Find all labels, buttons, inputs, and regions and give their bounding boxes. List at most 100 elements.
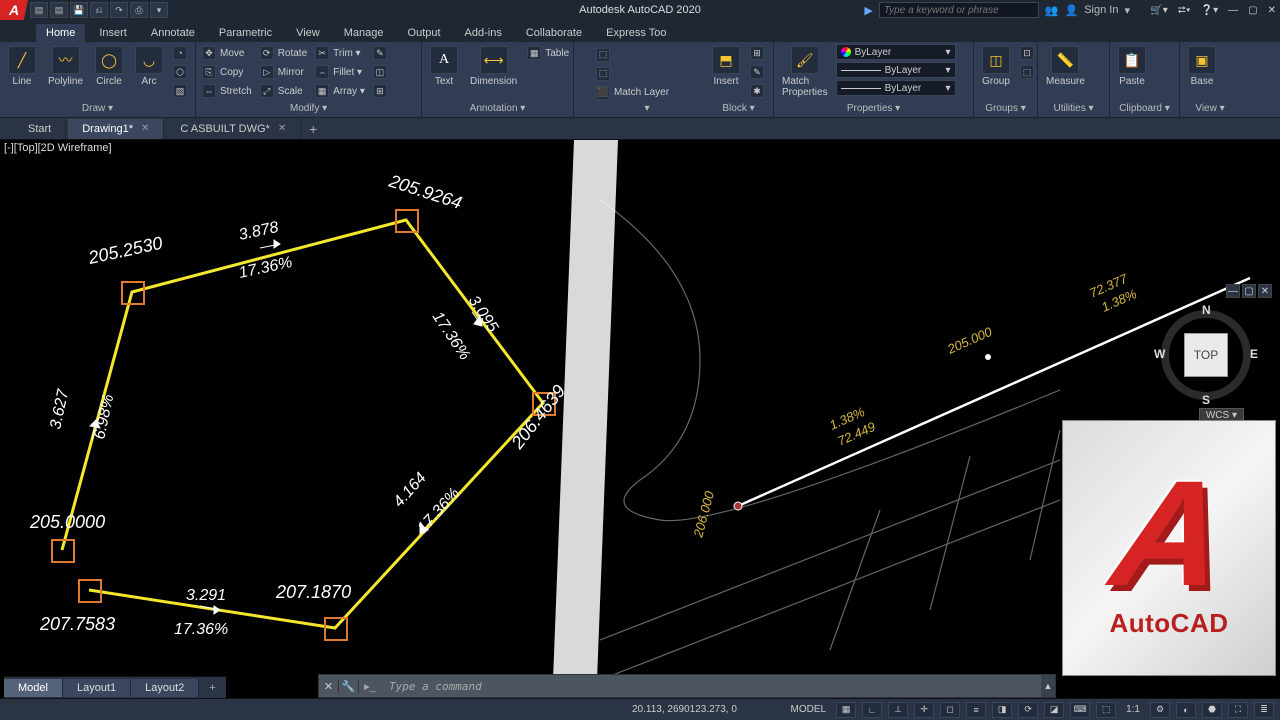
tab-manage[interactable]: Manage bbox=[334, 24, 394, 42]
group-misc[interactable]: ⬚ bbox=[1018, 63, 1036, 81]
command-settings-icon[interactable]: 🔧 bbox=[339, 680, 359, 693]
fillet-button[interactable]: ⌢Fillet ▾ bbox=[313, 63, 367, 81]
group-label[interactable]: Properties ▾ bbox=[778, 103, 969, 115]
polar-toggle-icon[interactable]: ✛ bbox=[914, 702, 934, 718]
rotate-button[interactable]: ⟳Rotate bbox=[258, 44, 309, 62]
match-layer-button[interactable]: ⬛Match Layer bbox=[594, 84, 671, 102]
modify-misc[interactable]: ✎ bbox=[371, 44, 389, 62]
tab-insert[interactable]: Insert bbox=[89, 24, 137, 42]
draw-misc[interactable]: ◔ bbox=[171, 44, 189, 62]
layer-misc[interactable]: ⬚ bbox=[594, 65, 671, 83]
viewcube[interactable]: TOP N S E W bbox=[1156, 305, 1256, 405]
polyline-button[interactable]: 〰Polyline bbox=[44, 44, 87, 89]
qat-btn[interactable]: ▤ bbox=[50, 2, 68, 18]
osnap-toggle-icon[interactable]: ◻ bbox=[940, 702, 960, 718]
hardware-icon[interactable]: ⬣ bbox=[1202, 702, 1222, 718]
share-icon[interactable]: ⮂▾ bbox=[1178, 5, 1191, 16]
tab-addins[interactable]: Add-ins bbox=[455, 24, 512, 42]
viewcube-e[interactable]: E bbox=[1250, 347, 1258, 361]
group-label[interactable]: Draw ▾ bbox=[4, 103, 191, 115]
trim-button[interactable]: ✂Trim ▾ bbox=[313, 44, 367, 62]
layout-tab-layout2[interactable]: Layout2 bbox=[131, 679, 199, 697]
command-history-icon[interactable]: ▲ bbox=[1041, 675, 1055, 697]
help-icon[interactable]: ❔▾ bbox=[1201, 5, 1218, 16]
match-properties-button[interactable]: 🖌Match Properties bbox=[778, 44, 832, 100]
block-misc[interactable]: ✱ bbox=[748, 82, 766, 100]
qat-print-btn[interactable]: ⎙ bbox=[130, 2, 148, 18]
maximize-button[interactable]: ▢ bbox=[1248, 5, 1257, 16]
group-label[interactable]: Modify ▾ bbox=[200, 103, 417, 115]
linetype-select[interactable]: ByLayer▾ bbox=[836, 80, 956, 96]
draw-misc[interactable]: ⬡ bbox=[171, 63, 189, 81]
viewcube-n[interactable]: N bbox=[1202, 303, 1211, 317]
draw-misc[interactable]: ▧ bbox=[171, 82, 189, 100]
color-select[interactable]: ByLayer▾ bbox=[836, 44, 956, 60]
annoscale[interactable]: 1:1 bbox=[1122, 704, 1144, 715]
command-line[interactable]: ✕ 🔧 ▸_ Type a command ▲ bbox=[318, 674, 1056, 698]
tab-collaborate[interactable]: Collaborate bbox=[516, 24, 592, 42]
command-close-icon[interactable]: ✕ bbox=[319, 680, 339, 693]
tab-home[interactable]: Home bbox=[36, 24, 85, 42]
group-label[interactable]: Block ▾ bbox=[708, 103, 769, 115]
ortho-toggle-icon[interactable]: ⊥ bbox=[888, 702, 908, 718]
minimize-button[interactable]: — bbox=[1228, 5, 1238, 16]
group-label[interactable]: View ▾ bbox=[1184, 103, 1236, 115]
qat-undo-btn[interactable]: ⎌ bbox=[90, 2, 108, 18]
table-button[interactable]: ▦Table bbox=[525, 44, 571, 62]
dropdown-icon[interactable]: ▾ bbox=[1124, 4, 1130, 17]
close-icon[interactable]: ✕ bbox=[278, 123, 286, 134]
doctab-start[interactable]: Start bbox=[14, 119, 66, 139]
cart-icon[interactable]: 🛒▾ bbox=[1150, 5, 1167, 16]
lineweight-select[interactable]: ByLayer▾ bbox=[836, 62, 956, 78]
grid-toggle-icon[interactable]: ▦ bbox=[836, 702, 856, 718]
paste-button[interactable]: 📋Paste bbox=[1114, 44, 1150, 89]
group-misc[interactable]: ⊡ bbox=[1018, 44, 1036, 62]
stretch-button[interactable]: ⇔Stretch bbox=[200, 82, 254, 100]
lwt-toggle-icon[interactable]: ≡ bbox=[966, 702, 986, 718]
new-doc-button[interactable]: + bbox=[303, 121, 323, 137]
close-icon[interactable]: ✕ bbox=[141, 123, 149, 134]
tab-annotate[interactable]: Annotate bbox=[141, 24, 205, 42]
tab-parametric[interactable]: Parametric bbox=[209, 24, 282, 42]
base-button[interactable]: ▣Base bbox=[1184, 44, 1220, 89]
qat-redo-btn[interactable]: ↷ bbox=[110, 2, 128, 18]
block-misc[interactable]: ⊞ bbox=[748, 44, 766, 62]
quickprop-icon[interactable]: ⬚ bbox=[1096, 702, 1116, 718]
search-input[interactable] bbox=[879, 2, 1039, 18]
group-label[interactable]: Annotation ▾ bbox=[426, 103, 569, 115]
doctab-drawing1[interactable]: Drawing1*✕ bbox=[68, 119, 164, 139]
scale-button[interactable]: ⤢Scale bbox=[258, 82, 309, 100]
people-icon[interactable]: 👥 bbox=[1045, 4, 1059, 17]
mirror-button[interactable]: ▷Mirror bbox=[258, 63, 309, 81]
qat-btn[interactable]: ▤ bbox=[30, 2, 48, 18]
viewcube-s[interactable]: S bbox=[1202, 393, 1210, 407]
group-label[interactable]: Groups ▾ bbox=[978, 103, 1033, 115]
circle-button[interactable]: ◯Circle bbox=[91, 44, 127, 89]
snap-toggle-icon[interactable]: ∟ bbox=[862, 702, 882, 718]
command-input[interactable]: Type a command bbox=[381, 680, 1041, 693]
customize-icon[interactable]: ≣ bbox=[1254, 702, 1274, 718]
close-button[interactable]: ✕ bbox=[1268, 5, 1276, 16]
viewcube-w[interactable]: W bbox=[1154, 347, 1165, 361]
model-toggle[interactable]: MODEL bbox=[787, 704, 831, 715]
signin-avatar-icon[interactable]: 👤 bbox=[1065, 4, 1079, 17]
dimension-button[interactable]: ⟷Dimension bbox=[466, 44, 521, 89]
group-label[interactable]: Utilities ▾ bbox=[1042, 103, 1105, 115]
vp-close-icon[interactable]: ✕ bbox=[1258, 284, 1272, 298]
doctab-asbuilt[interactable]: C ASBUILT DWG*✕ bbox=[166, 119, 301, 139]
gear-icon[interactable]: ⚙ bbox=[1150, 702, 1170, 718]
cycling-toggle-icon[interactable]: ⟳ bbox=[1018, 702, 1038, 718]
vp-max-icon[interactable]: ▢ bbox=[1242, 284, 1256, 298]
layout-tab-model[interactable]: Model bbox=[4, 679, 63, 697]
3dosnap-icon[interactable]: ◪ bbox=[1044, 702, 1064, 718]
insert-button[interactable]: ⬒Insert bbox=[708, 44, 744, 89]
array-button[interactable]: ▦Array ▾ bbox=[313, 82, 367, 100]
drawing-area[interactable]: [-][Top][2D Wireframe] 205.0000 205.2530… bbox=[0, 140, 1280, 682]
clean-screen-icon[interactable]: ⛶ bbox=[1228, 702, 1248, 718]
qat-save-btn[interactable]: 💾 bbox=[70, 2, 88, 18]
block-misc[interactable]: ✎ bbox=[748, 63, 766, 81]
measure-button[interactable]: 📏Measure bbox=[1042, 44, 1089, 89]
group-label[interactable]: Clipboard ▾ bbox=[1114, 103, 1175, 115]
group-button[interactable]: ◫Group bbox=[978, 44, 1014, 89]
line-button[interactable]: ╱Line bbox=[4, 44, 40, 89]
